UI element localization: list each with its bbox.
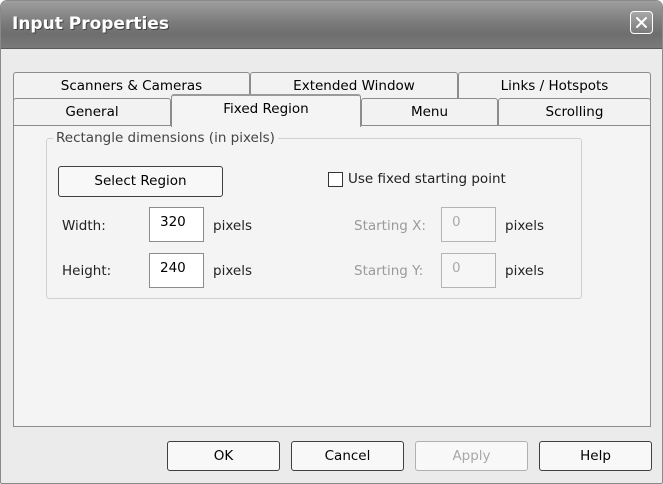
cancel-button[interactable]: Cancel	[291, 441, 404, 471]
select-region-button[interactable]: Select Region	[58, 166, 223, 197]
starting-x-unit: pixels	[505, 218, 544, 234]
title-bar[interactable]: Input Properties	[1, 1, 662, 49]
starting-y-label: Starting Y:	[354, 263, 424, 279]
tab-fixed-region[interactable]: Fixed Region	[171, 94, 361, 127]
height-label: Height:	[62, 263, 112, 279]
apply-button[interactable]: Apply	[415, 441, 528, 471]
tab-label: Menu	[410, 104, 449, 120]
ok-label: OK	[213, 448, 234, 464]
cancel-label: Cancel	[324, 448, 371, 464]
width-field[interactable]: 320	[149, 207, 204, 242]
height-field[interactable]: 240	[149, 253, 204, 288]
starting-x-value: 0	[452, 214, 461, 230]
tab-menu[interactable]: Menu	[361, 98, 498, 126]
starting-x-label: Starting X:	[354, 218, 426, 234]
tab-label: Scrolling	[545, 104, 604, 120]
height-value: 240	[160, 260, 186, 276]
close-button[interactable]	[630, 11, 653, 34]
tab-label: Extended Window	[293, 78, 415, 94]
tab-general[interactable]: General	[13, 98, 171, 126]
width-unit: pixels	[213, 218, 252, 234]
rectangle-groupbox	[46, 138, 582, 299]
groupbox-label: Rectangle dimensions (in pixels)	[53, 130, 278, 146]
starting-y-unit: pixels	[505, 263, 544, 279]
width-label: Width:	[62, 218, 106, 234]
help-button[interactable]: Help	[539, 441, 652, 471]
width-value: 320	[160, 214, 186, 230]
tab-label: General	[65, 104, 119, 120]
ok-button[interactable]: OK	[167, 441, 280, 471]
use-fixed-starting-point-label[interactable]: Use fixed starting point	[348, 171, 506, 187]
use-fixed-starting-point-checkbox[interactable]	[328, 172, 343, 187]
tab-panel-fixed-region: Rectangle dimensions (in pixels) Select …	[13, 125, 651, 427]
apply-label: Apply	[452, 448, 491, 464]
help-label: Help	[580, 448, 611, 464]
tab-label: Links / Hotspots	[500, 78, 609, 94]
starting-y-value: 0	[452, 260, 461, 276]
starting-x-field[interactable]: 0	[441, 207, 496, 242]
tab-scrolling[interactable]: Scrolling	[498, 98, 651, 126]
dialog-window: Input Properties Scanners & Cameras Exte…	[0, 0, 663, 484]
tab-label: Fixed Region	[223, 101, 309, 117]
starting-y-field[interactable]: 0	[441, 253, 496, 288]
height-unit: pixels	[213, 263, 252, 279]
tab-label: Scanners & Cameras	[60, 78, 203, 94]
select-region-label: Select Region	[94, 173, 187, 189]
window-title: Input Properties	[12, 14, 169, 34]
